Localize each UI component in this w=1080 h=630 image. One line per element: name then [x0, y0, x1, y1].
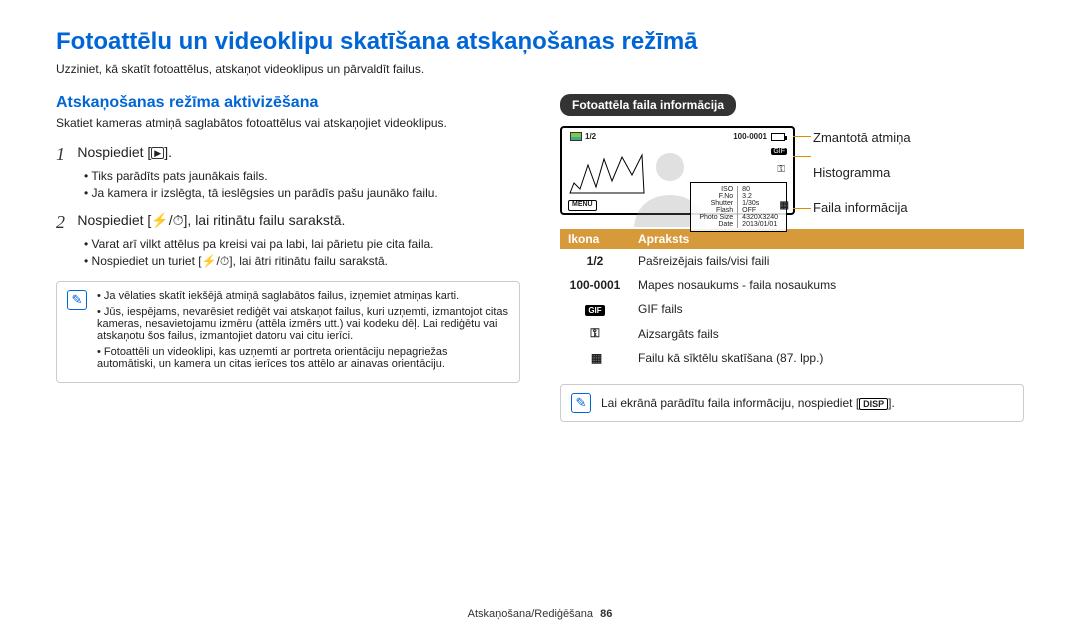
step-1: 1 Nospiediet [▶]. Tiks parādīts pats jau… — [56, 144, 520, 200]
battery-icon — [771, 133, 785, 141]
tip-box: ✎ Lai ekrānā parādītu faila informāciju,… — [560, 384, 1024, 422]
table-row: GIF GIF fails — [560, 297, 1024, 321]
step1-text-b: ]. — [164, 144, 172, 160]
desc-cell: Failu kā sīktēlu skatīšana (87. lpp.) — [630, 346, 1024, 370]
gif-icon: GIF — [771, 148, 787, 155]
step-number: 2 — [56, 212, 74, 233]
playback-icon: ▶ — [151, 147, 164, 159]
note-icon: ✎ — [67, 290, 87, 310]
thumbnail-icon: ▦ — [591, 351, 599, 365]
icon-cell: GIF — [560, 297, 630, 321]
footer-section: Atskaņošana/Rediģēšana — [468, 608, 593, 620]
thumbnail-icon: ▦ — [780, 200, 787, 211]
table-row: ⚿ Aizsargāts fails — [560, 321, 1024, 346]
menu-button: MENU — [568, 200, 597, 211]
desc-cell: Mapes nosaukums - faila nosaukums — [630, 273, 1024, 297]
icon-table: Ikona Apraksts 1/2 Pašreizējais fails/vi… — [560, 229, 1024, 370]
info-pill: Fotoattēla faila informācija — [560, 94, 736, 116]
flash-icon: ⚡ — [151, 212, 168, 228]
step1-text-a: Nospiediet [ — [77, 144, 151, 160]
step-2: 2 Nospiediet [⚡/⏱], lai ritinātu failu s… — [56, 212, 520, 269]
list-item: Nospiediet un turiet [⚡/⏱], lai ātri rit… — [84, 254, 520, 269]
step2-text-b: ], lai ritinātu failu sarakstā. — [184, 212, 346, 228]
note-item: Jūs, iespējams, nevarēsiet rediģēt vai a… — [97, 306, 509, 342]
icon-cell: 100-0001 — [560, 273, 630, 297]
icon-cell: ▦ — [560, 346, 630, 370]
list-item: Ja kamera ir izslēgta, tā ieslēgsies un … — [84, 186, 520, 200]
note-box: ✎ Ja vēlaties skatīt iekšējā atmiņā sagl… — [56, 281, 520, 383]
callout-histogram: Histogramma — [813, 165, 911, 180]
page-number: 86 — [600, 608, 612, 620]
tip-text-a: Lai ekrānā parādītu faila informāciju, n… — [601, 396, 859, 410]
section-subtext: Skatiet kameras atmiņā saglabātos fotoat… — [56, 116, 520, 130]
folder-file-number: 100-0001 — [733, 132, 767, 141]
callout-memory: Zmantotā atmiņa — [813, 130, 911, 145]
lcd-screen: 1/2 100-0001 GIF ⚿ ISO80 F.No3.2 — [560, 126, 795, 215]
right-column: Fotoattēla faila informācija 1/2 100-000… — [560, 94, 1024, 422]
icon-cell: ⚿ — [560, 321, 630, 346]
table-row: 100-0001 Mapes nosaukums - faila nosauku… — [560, 273, 1024, 297]
histogram-icon — [568, 153, 646, 195]
note-icon: ✎ — [571, 393, 591, 413]
step-number: 1 — [56, 144, 74, 165]
page-footer: Atskaņošana/Rediģēšana 86 — [0, 608, 1080, 620]
lcd-diagram: 1/2 100-0001 GIF ⚿ ISO80 F.No3.2 — [560, 126, 1024, 215]
photo-icon — [570, 132, 582, 141]
callout-labels: Zmantotā atmiņa Histogramma Faila inform… — [813, 126, 911, 215]
disp-button-icon: DISP — [859, 398, 888, 410]
icon-cell: 1/2 — [560, 249, 630, 273]
file-counter: 1/2 — [585, 132, 596, 141]
callout-fileinfo: Faila informācija — [813, 200, 911, 215]
section-subhead: Atskaņošanas režīma aktivizēšana — [56, 94, 520, 112]
note-item: Ja vēlaties skatīt iekšējā atmiņā saglab… — [97, 290, 509, 302]
list-item: Varat arī vilkt attēlus pa kreisi vai pa… — [84, 237, 520, 251]
page-title: Fotoattēlu un videoklipu skatīšana atska… — [56, 28, 1024, 56]
lock-icon: ⚿ — [777, 164, 785, 175]
list-item: Tiks parādīts pats jaunākais fails. — [84, 169, 520, 183]
note-item: Fotoattēli un videoklipi, kas uzņemti ar… — [97, 346, 509, 370]
left-column: Atskaņošanas režīma aktivizēšana Skatiet… — [56, 94, 520, 422]
intro-text: Uzziniet, kā skatīt fotoattēlus, atskaņo… — [56, 62, 1024, 76]
desc-cell: GIF fails — [630, 297, 1024, 321]
lock-icon: ⚿ — [590, 326, 599, 340]
timer-icon: ⏱ — [173, 212, 184, 228]
tip-text-b: ]. — [888, 396, 895, 410]
desc-cell: Aizsargāts fails — [630, 321, 1024, 346]
gif-icon: GIF — [585, 305, 604, 316]
desc-cell: Pašreizējais fails/visi faili — [630, 249, 1024, 273]
table-row: ▦ Failu kā sīktēlu skatīšana (87. lpp.) — [560, 346, 1024, 370]
step2-text-a: Nospiediet [ — [77, 212, 151, 228]
table-row: 1/2 Pašreizējais fails/visi faili — [560, 249, 1024, 273]
